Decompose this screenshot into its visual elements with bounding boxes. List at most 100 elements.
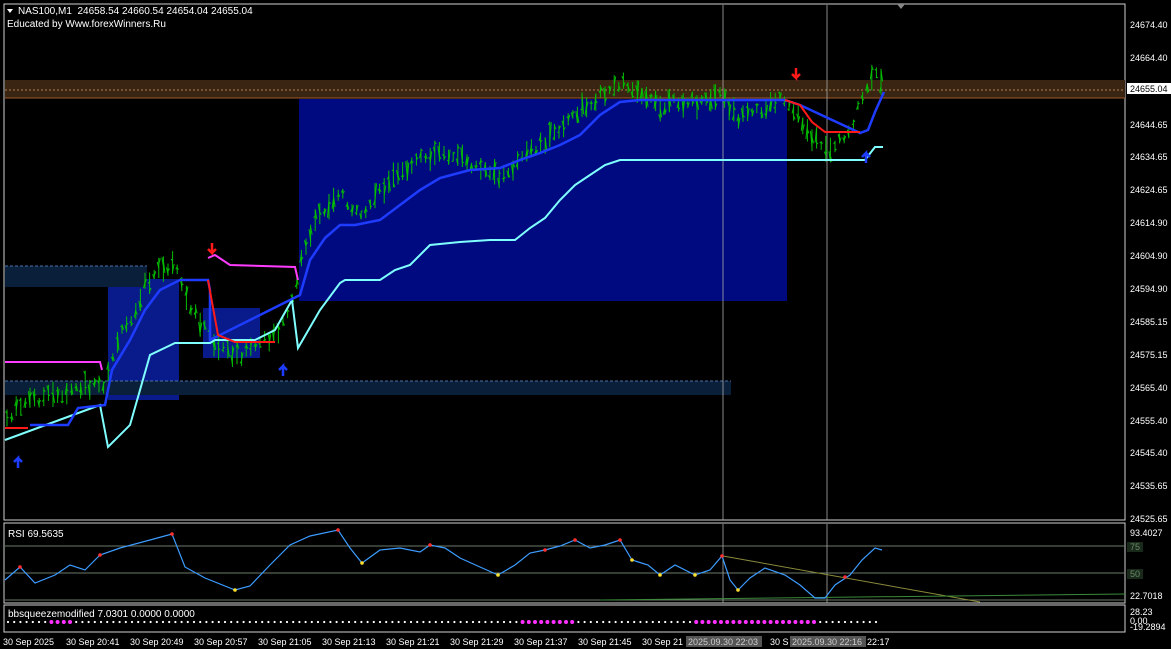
squeeze-dot [378,620,382,624]
demand-zone-lower [5,381,731,395]
squeeze-dot [143,620,146,624]
squeeze-dot [366,620,369,624]
rsi-marker [336,528,340,532]
squeeze-dot [149,620,152,624]
squeeze-dot [391,620,394,624]
price-label: 24614.90 [1130,218,1168,228]
rsi-window[interactable]: RSI 69.5635 93.4027 75 50 22.7018 [3,522,1163,604]
price-plot[interactable] [3,3,1126,521]
squeeze-dot [254,620,258,624]
squeeze-dot [620,620,623,624]
squeeze-dot [787,620,792,624]
rsi-marker [360,561,364,565]
squeeze-dot [223,620,227,624]
squeeze-dot [81,620,84,624]
squeeze-dot [490,620,493,624]
squeeze-dot [774,620,779,624]
squeeze-dot [533,620,537,624]
squeeze-dot [273,620,276,624]
squeeze-dot [805,620,810,624]
squeeze-dot [205,620,208,624]
squeeze-dot [762,620,767,624]
squeeze-dot [49,620,54,624]
squeeze-dot [236,620,239,624]
rsi-marker [843,575,847,579]
squeeze-dot [595,620,599,624]
price-label: 24575.15 [1130,350,1168,360]
squeeze-dot [856,620,859,624]
time-label: 30 Sep 21:21 [386,637,440,647]
squeeze-dot [756,620,761,624]
price-label: 24674.40 [1130,20,1168,30]
squeeze-dot [614,620,617,624]
price-label: 24565.40 [1130,383,1168,393]
time-axis: 30 Sep 2025 30 Sep 20:41 30 Sep 20:49 30… [3,636,890,647]
squeeze-dot [700,620,705,624]
price-label: 24594.90 [1130,284,1168,294]
rsi-marker [543,548,547,552]
squeeze-dot [25,620,28,624]
price-label: 24634.65 [1130,152,1168,162]
squeeze-dot [557,620,562,624]
squeeze-dot [161,620,165,624]
rsi-axis-label: 22.7018 [1130,591,1163,601]
rsi-label: RSI 69.5635 [8,529,64,540]
supply-zone [5,80,1125,98]
price-label: 24644.65 [1130,120,1168,130]
bbsqueeze-window[interactable]: bbsqueezemodified 7.0301 0.0000 0.0000 2… [3,604,1166,633]
squeeze-dot [354,620,357,624]
squeeze-dot [725,620,730,624]
squeeze-dot [706,620,711,624]
squeeze-dot [434,620,437,624]
trading-chart[interactable]: 24674.40 24664.40 24655.04 24644.65 2463… [0,0,1171,649]
time-label: 30 Sep 21 [642,637,683,647]
squeeze-dot [868,620,871,624]
squeeze-dot [837,620,840,624]
rsi-marker [428,543,432,547]
rsi-marker [496,573,500,577]
squeeze-dot [831,620,834,624]
squeeze-dot [633,620,636,624]
squeeze-dot [712,620,717,624]
squeeze-dot [137,620,140,624]
squeeze-dot [471,620,475,624]
bbsqueeze-label: bbsqueezemodified 7.0301 0.0000 0.0000 [8,609,195,620]
squeeze-dot [61,620,66,624]
squeeze-dot [174,620,177,624]
time-label: 30 Sep 21:37 [514,637,568,647]
symbol-name: NAS100,M1 [18,6,72,17]
time-label: 30 S [770,637,789,647]
consolidation-box-large [299,99,787,301]
time-label: 30 Sep 20:57 [194,637,248,647]
squeeze-dot [155,620,158,624]
squeeze-dot [812,620,816,624]
rsi-marker [658,573,662,577]
time-label: 30 Sep 2025 [3,637,54,647]
educated-by-text: Educated by Www.forexWinners.Ru [7,19,166,30]
squeeze-dot [626,620,630,624]
squeeze-dot [545,620,550,624]
time-label: 30 Sep 21:13 [322,637,376,647]
rsi-axis-label: 50 [1130,569,1140,579]
squeeze-dot [664,620,667,624]
price-axis: 24674.40 24664.40 24655.04 24644.65 2463… [1127,20,1171,524]
squeeze-dot [850,620,853,624]
squeeze-dot [688,620,692,624]
squeeze-dot [310,620,313,624]
squeeze-dot [106,620,109,624]
squeeze-dot [737,620,742,624]
squeeze-dot [75,620,78,624]
squeeze-dot [645,620,648,624]
rsi-marker [736,588,740,592]
squeeze-dot [341,620,344,624]
price-label: 24664.40 [1130,53,1168,63]
squeeze-dot [292,620,295,624]
squeeze-dot [509,620,512,624]
squeeze-dot [192,620,196,624]
squeeze-dot [526,620,531,624]
cursor-time-1: 2025.09.30 22:03 [688,637,758,647]
squeeze-dot [360,620,363,624]
squeeze-dot [731,620,736,624]
squeeze-dot [657,620,661,624]
squeeze-dot [768,620,773,624]
